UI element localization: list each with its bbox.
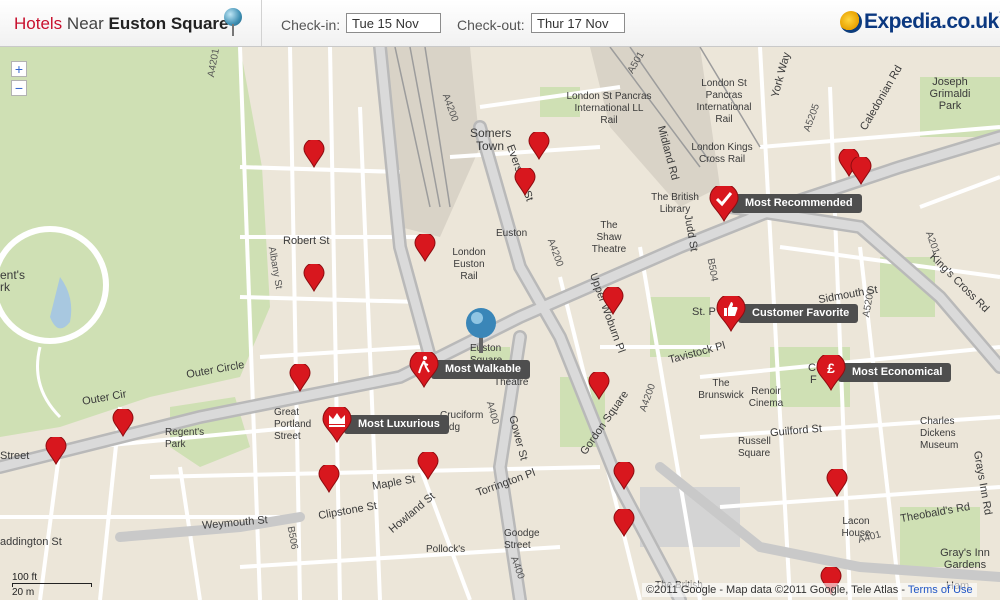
label-shaw-theatre: The Shaw Theatre [591,220,627,255]
label-st-pancras: London St Pancras International Rail [696,78,752,125]
label-paddington-st: addington St [0,536,62,548]
badge-label: Customer Favorite [738,304,859,323]
brand-name: Expedia.co.uk™ [864,10,1000,34]
map-marker-icon [303,262,325,293]
hotel-pin[interactable] [414,232,436,263]
hotel-pin[interactable] [417,450,439,481]
map-marker-icon [289,362,311,393]
checkin-label: Check-in: [281,17,341,33]
hotel-pin[interactable] [303,262,325,293]
label-regents-park-left: ent's rk [0,268,25,294]
map-marker-icon [602,285,624,316]
label-charles-dickens: Charles Dickens Museum [920,416,959,451]
crown-pin-icon [322,407,352,443]
scale-feet: 100 ft [12,572,38,583]
label-london-euston-rail: London Euston Rail [452,247,486,282]
title-place: Euston Square [108,14,229,33]
search-location-pin-icon[interactable] [464,307,498,355]
hotel-pin[interactable] [318,463,340,494]
svg-text:£: £ [827,360,835,376]
brand-text: Expedia.co.uk [864,10,999,33]
map-marker-icon [303,138,325,169]
checkout-label: Check-out: [457,17,525,33]
map-marker-icon [514,166,536,197]
hotel-pin[interactable] [514,166,536,197]
thumbs-up-pin-icon [716,296,746,332]
map-marker-icon [588,370,610,401]
label-euston: Euston [496,228,528,239]
location-pin-stem [232,24,234,36]
scale-meters: 20 m [12,587,35,598]
walking-pin-icon [409,352,439,388]
map-canvas[interactable]: Somers Town Euston London Euston Rail Eu… [0,47,1000,600]
checkin-field[interactable]: Tue 15 Nov [346,13,441,33]
header-divider [261,0,262,46]
label-goodge-street: Goodge Street [504,528,540,551]
terms-of-use-link[interactable]: Terms of Use [908,584,973,596]
page-title: Hotels Near Euston Square [14,14,228,34]
hotel-pin[interactable] [613,460,635,491]
header-bar: Hotels Near Euston Square Check-in: Tue … [0,0,1000,47]
map-marker-icon [850,155,872,186]
label-russell-square: Russell Square [738,436,771,459]
pound-pin-icon: £ [816,355,846,391]
map-marker-icon [318,463,340,494]
title-near: Near [66,14,104,33]
hotel-pin[interactable] [588,370,610,401]
hotel-pin[interactable] [289,362,311,393]
hotel-pin[interactable] [602,285,624,316]
hotel-pin[interactable] [45,435,67,466]
globe-icon [840,11,862,33]
label-c: C [808,362,816,374]
map-marker-icon [613,507,635,538]
label-robert-st: Robert St [283,235,330,247]
checkout-field[interactable]: Thur 17 Nov [531,13,625,33]
map-attribution: ©2011 Google - Map data ©2011 Google, Te… [642,583,977,597]
label-kings-cross: London Kings Cross Rail [691,142,753,165]
label-st-p: St. P [692,306,716,318]
hotel-pin[interactable] [826,467,848,498]
label-pollocks: Pollock's [426,544,466,555]
copyright-text: ©2011 Google - Map data ©2011 Google, Te… [646,584,905,596]
hotel-pin[interactable] [613,507,635,538]
label-renoir: Renoir Cinema [748,386,784,409]
hotel-pin[interactable] [528,130,550,161]
map-marker-icon [112,407,134,438]
badge-label: Most Luxurious [344,415,449,434]
zoom-in-button[interactable]: + [11,61,27,77]
map-marker-icon [528,130,550,161]
hotel-pin[interactable] [303,138,325,169]
label-joseph-grimaldi: Joseph Grimaldi Park [929,76,971,112]
map-marker-icon [414,232,436,263]
map-marker-icon [417,450,439,481]
badge-label: Most Economical [838,363,952,382]
map-marker-icon [826,467,848,498]
hotel-pin[interactable] [112,407,134,438]
label-british-library: The British Library [651,192,699,215]
badge-label: Most Recommended [731,194,862,213]
label-st-pancras-ll: London St Pancras International LL Rail [566,91,652,126]
label-grays-inn-gardens: Gray's Inn Gardens [940,547,990,571]
map-scale: 100 ft 20 m [12,572,92,598]
map-marker-icon [45,435,67,466]
hotel-pin[interactable] [850,155,872,186]
label-regents-park-station: Regent's Park [165,427,205,450]
title-hotels: Hotels [14,14,63,33]
checkmark-pin-icon [709,186,739,222]
label-street-left: Street [0,450,30,462]
map-marker-icon [613,460,635,491]
label-brunswick: The Brunswick [698,378,744,401]
badge-label: Most Walkable [431,360,530,379]
zoom-out-button[interactable]: − [11,80,27,96]
